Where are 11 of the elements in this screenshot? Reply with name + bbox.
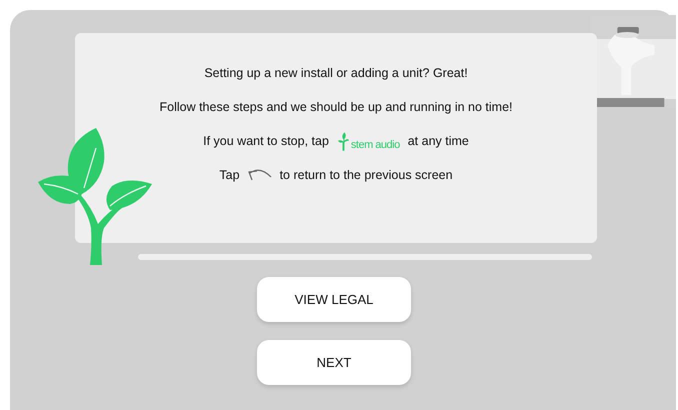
- logo-text: stem audio: [350, 138, 400, 150]
- back-arrow-icon: [248, 168, 272, 182]
- intro-text: Follow these steps and we should be up and running in no time!: [159, 100, 512, 114]
- sprout-icon: [336, 132, 350, 150]
- instruction-text: Tap: [219, 168, 240, 182]
- instruction-text: at any time: [408, 134, 469, 148]
- nav-button[interactable]: VIEW LEGAL: [257, 277, 411, 322]
- nav-button[interactable]: NEXT: [257, 340, 411, 385]
- instruction-text: to return to the previous screen: [280, 168, 453, 182]
- intro-text: Setting up a new install or adding a unit? Great!: [204, 66, 468, 80]
- instruction-text: If you want to stop, tap: [203, 134, 329, 148]
